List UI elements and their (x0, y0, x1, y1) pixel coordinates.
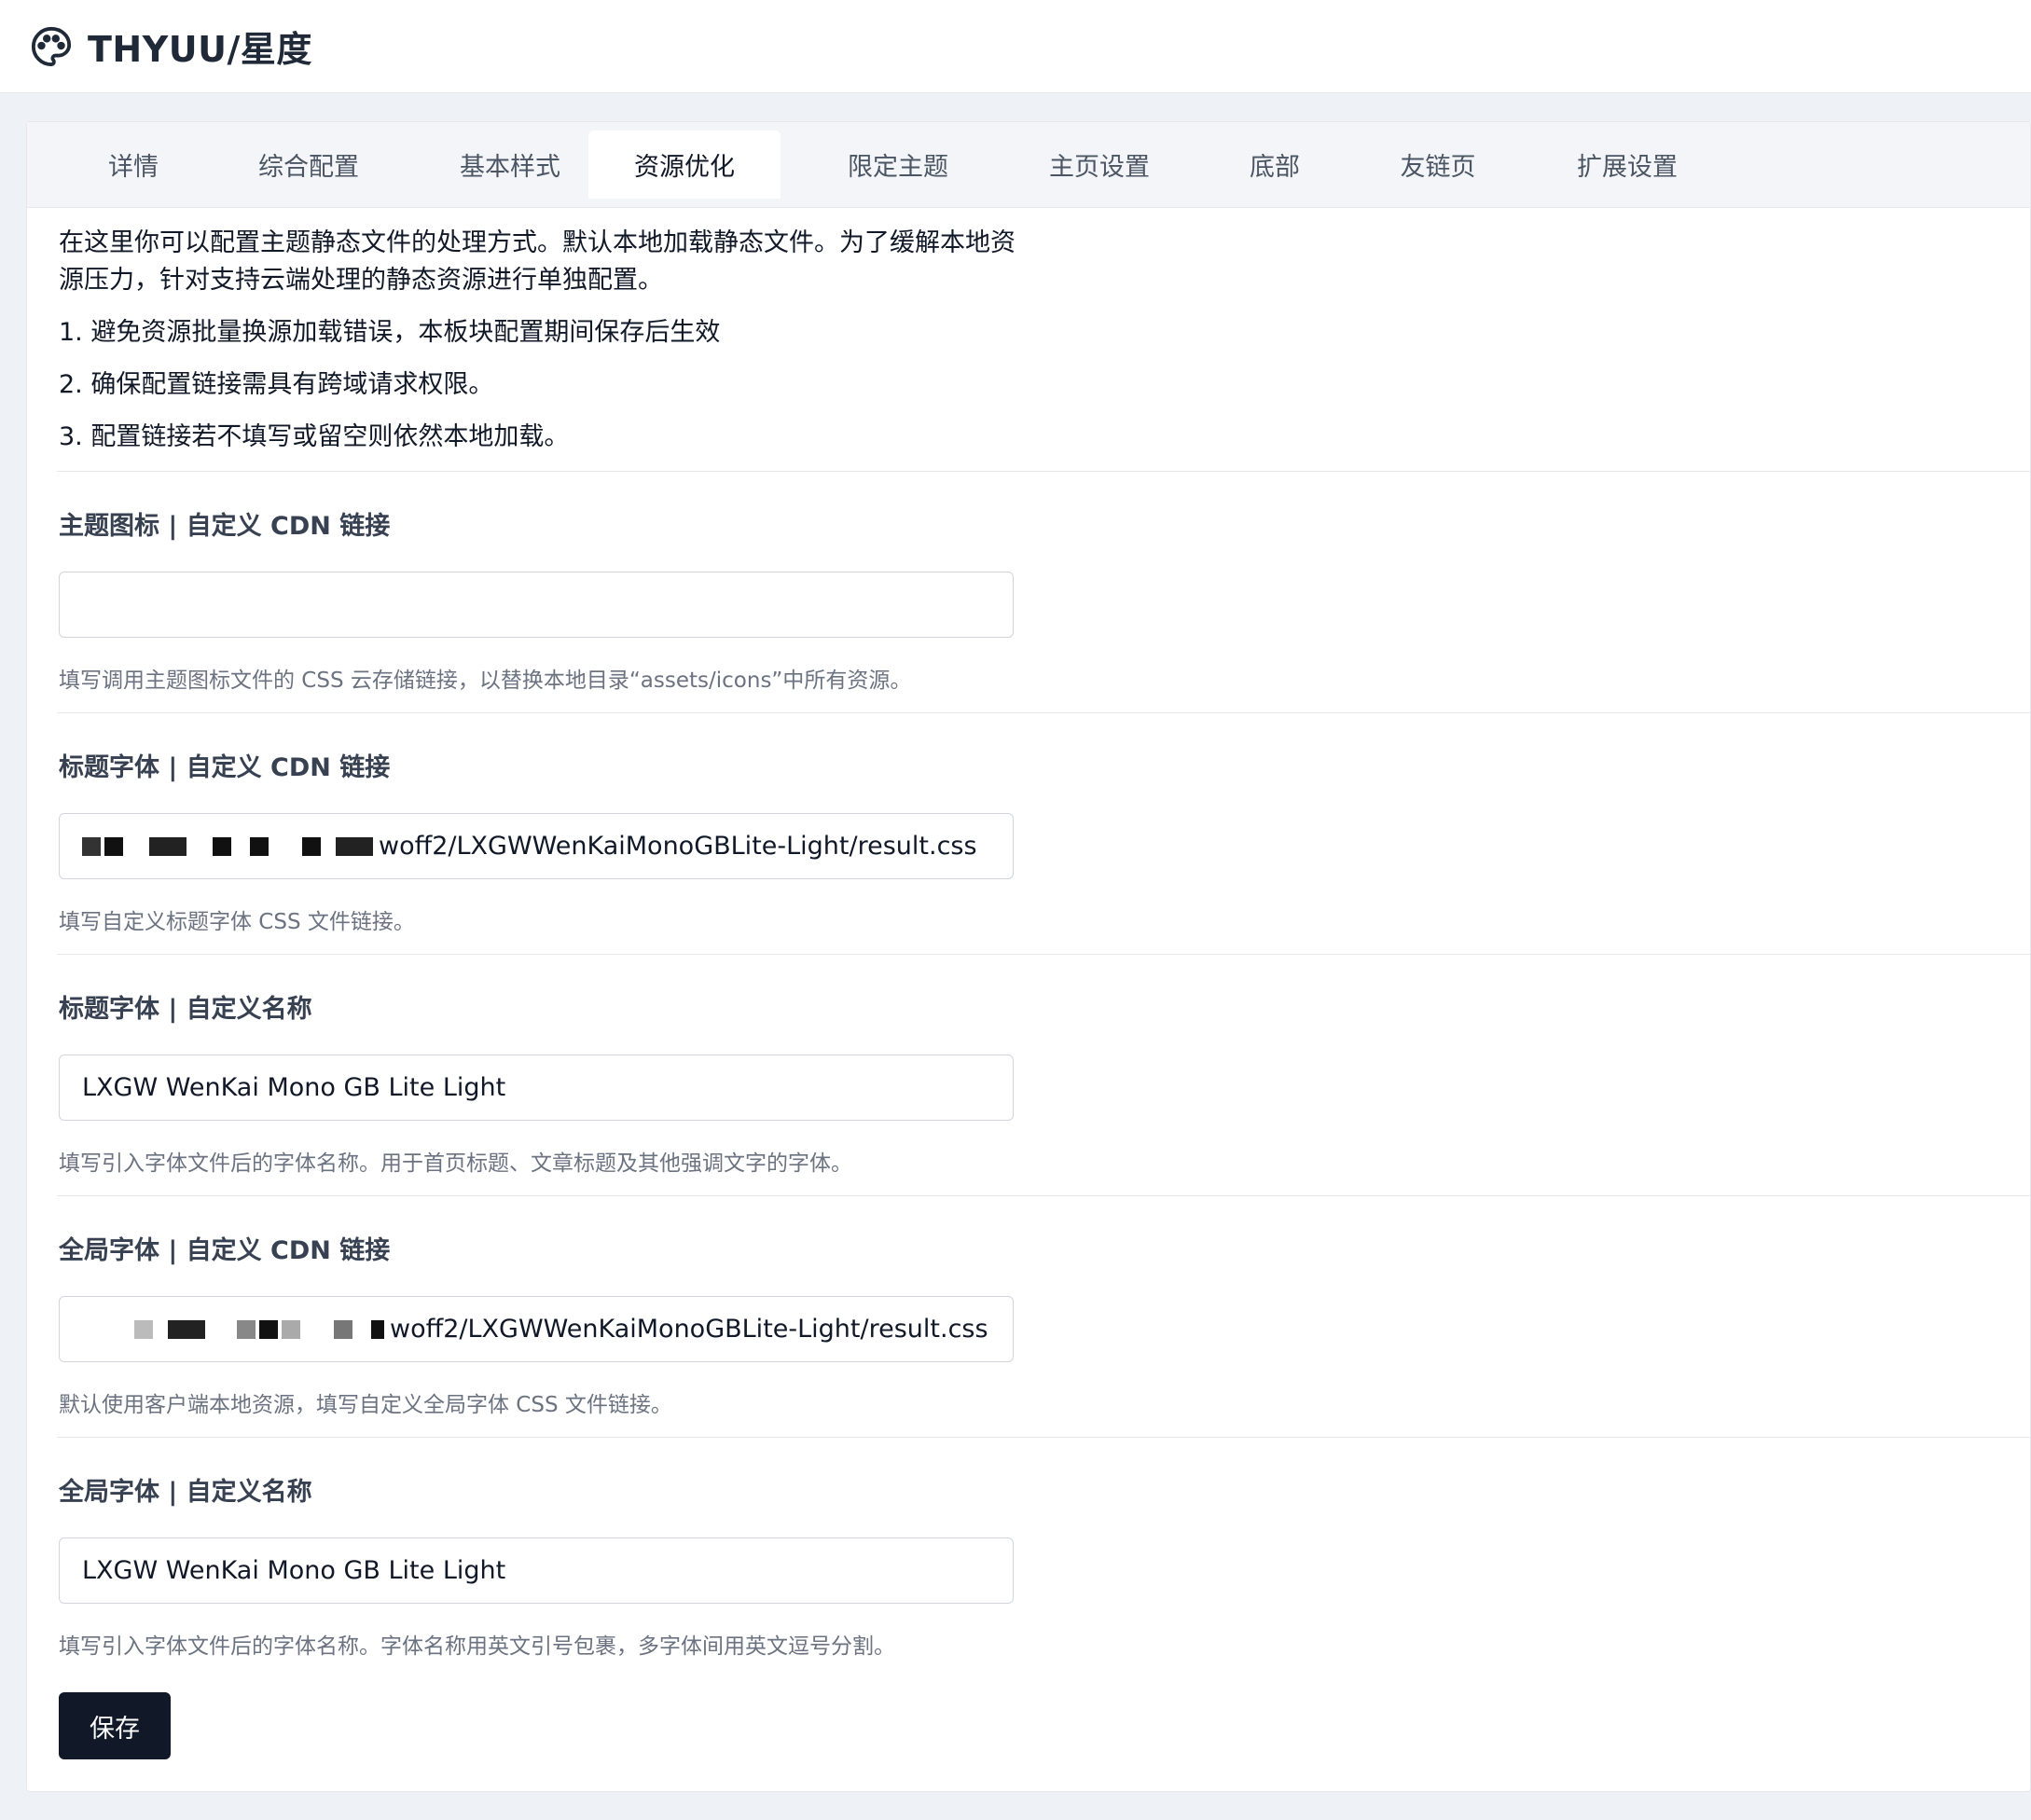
field-label: 标题字体 | 自定义 CDN 链接 (59, 753, 391, 782)
field-theme-icon-cdn: 主题图标 | 自定义 CDN 链接 填写调用主题图标文件的 CSS 云存储链接，… (59, 472, 2026, 712)
field-help: 填写调用主题图标文件的 CSS 云存储链接，以替换本地目录“assets/ico… (59, 669, 912, 693)
tab-basic-style[interactable]: 基本样式 (409, 131, 611, 199)
tab-friend-links[interactable]: 友链页 (1349, 131, 1527, 199)
field-global-font-cdn: 全局字体 | 自定义 CDN 链接 woff2/LXGWWenKaiMonoGB… (59, 1196, 2026, 1437)
palette-icon (30, 25, 73, 68)
title-font-name-input[interactable]: LXGW WenKai Mono GB Lite Light (59, 1055, 1014, 1121)
app-title: THYUU/星度 (88, 29, 312, 70)
intro-text: 在这里你可以配置主题静态文件的处理方式。默认本地加载静态文件。为了缓解本地资源压… (59, 228, 1016, 295)
field-help: 默认使用客户端本地资源，填写自定义全局字体 CSS 文件链接。 (59, 1393, 672, 1417)
tab-details[interactable]: 详情 (59, 131, 208, 199)
field-label: 标题字体 | 自定义名称 (59, 995, 312, 1024)
intro-list: 1. 避免资源批量换源加载错误，本板块配置期间保存后生效 2. 确保配置链接需具… (59, 314, 2026, 456)
tab-limited-theme[interactable]: 限定主题 (797, 131, 999, 199)
field-label: 全局字体 | 自定义名称 (59, 1478, 312, 1507)
field-global-font-name: 全局字体 | 自定义名称 LXGW WenKai Mono GB Lite Li… (59, 1438, 2026, 1678)
field-title-font-name: 标题字体 | 自定义名称 LXGW WenKai Mono GB Lite Li… (59, 955, 2026, 1195)
field-help: 填写引入字体文件后的字体名称。字体名称用英文引号包裹，多字体间用英文逗号分割。 (59, 1634, 895, 1659)
intro-item: 3. 配置链接若不填写或留空则依然本地加载。 (59, 422, 570, 451)
intro-item: 2. 确保配置链接需具有跨域请求权限。 (59, 370, 494, 399)
top-header: THYUU/星度 (0, 0, 2031, 93)
save-button[interactable]: 保存 (59, 1692, 171, 1759)
field-label: 全局字体 | 自定义 CDN 链接 (59, 1236, 391, 1265)
tab-footer[interactable]: 底部 (1200, 131, 1349, 199)
global-font-name-input[interactable]: LXGW WenKai Mono GB Lite Light (59, 1537, 1014, 1604)
tab-bar: 详情 综合配置 基本样式 资源优化 限定主题 主页设置 底部 友链页 扩展设置 (27, 122, 2030, 208)
title-font-cdn-input[interactable]: woff2/LXGWWenKaiMonoGBLite-Light/result.… (59, 813, 1014, 879)
redacted-url-prefix (82, 836, 377, 856)
tab-content: 在这里你可以配置主题静态文件的处理方式。默认本地加载静态文件。为了缓解本地资源压… (57, 208, 2031, 1678)
tab-resource-optimization[interactable]: 资源优化 (588, 131, 781, 199)
global-font-cdn-value: woff2/LXGWWenKaiMonoGBLite-Light/result.… (390, 1315, 988, 1344)
redacted-url-prefix (82, 1319, 388, 1339)
field-help: 填写引入字体文件后的字体名称。用于首页标题、文章标题及其他强调文字的字体。 (59, 1151, 852, 1176)
tab-home-settings[interactable]: 主页设置 (999, 131, 1200, 199)
theme-icon-cdn-input[interactable] (59, 572, 1014, 638)
settings-panel: 详情 综合配置 基本样式 资源优化 限定主题 主页设置 底部 友链页 扩展设置 … (26, 121, 2031, 1792)
field-title-font-cdn: 标题字体 | 自定义 CDN 链接 woff2/LXGWWenKaiMonoGB… (59, 713, 2026, 954)
field-help: 填写自定义标题字体 CSS 文件链接。 (59, 910, 415, 934)
title-font-cdn-value: woff2/LXGWWenKaiMonoGBLite-Light/result.… (379, 832, 977, 861)
tab-general-config[interactable]: 综合配置 (208, 131, 409, 199)
intro-item: 1. 避免资源批量换源加载错误，本板块配置期间保存后生效 (59, 318, 721, 347)
tab-extension-settings[interactable]: 扩展设置 (1527, 131, 1728, 199)
global-font-cdn-input[interactable]: woff2/LXGWWenKaiMonoGBLite-Light/result.… (59, 1296, 1014, 1362)
field-label: 主题图标 | 自定义 CDN 链接 (59, 512, 391, 541)
